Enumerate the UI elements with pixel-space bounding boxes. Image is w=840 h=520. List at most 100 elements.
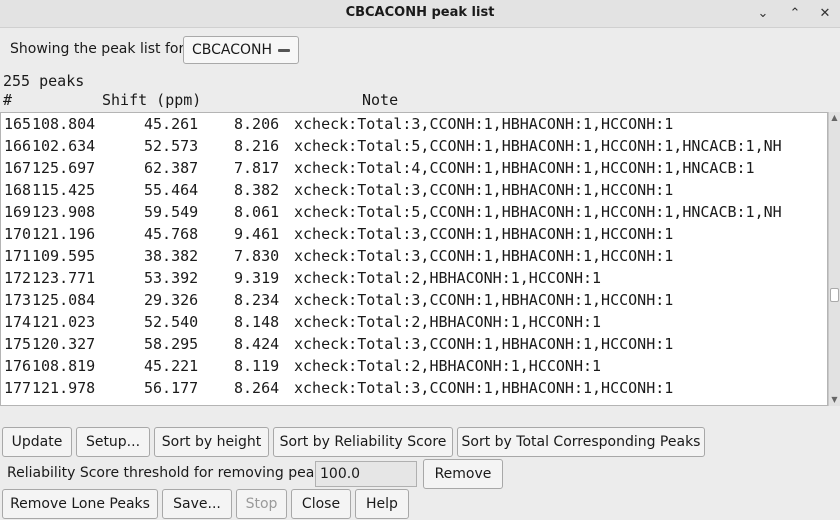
cell-s2: 59.549 xyxy=(144,203,199,221)
cell-s1: 102.634 xyxy=(32,137,96,155)
table-row[interactable]: 169 123.908 59.549 8.061 xcheck:Total:5,CCON… xyxy=(1,201,827,223)
cell-num: 174 xyxy=(4,313,32,331)
cell-num: 172 xyxy=(4,269,32,287)
sort-by-total-peaks-button[interactable]: Sort by Total Corresponding Peaks xyxy=(457,427,705,457)
selector-label: Showing the peak list for: xyxy=(10,41,189,57)
cell-s3: 8.119 xyxy=(234,357,280,375)
cell-s2: 53.392 xyxy=(144,269,199,287)
close-button[interactable]: Close xyxy=(291,489,351,519)
cell-s3: 8.148 xyxy=(234,313,280,331)
cell-s1: 123.908 xyxy=(32,203,96,221)
table-row[interactable]: 177 121.978 56.177 8.264 xcheck:Total:3,CCON… xyxy=(1,377,827,399)
cell-s3: 7.817 xyxy=(234,159,280,177)
cell-s2: 45.261 xyxy=(144,115,199,133)
cell-s2: 45.221 xyxy=(144,357,199,375)
table-row[interactable]: 171 109.595 38.382 7.830 xcheck:Total:3,CCON… xyxy=(1,245,827,267)
cell-s2: 29.326 xyxy=(144,291,199,309)
table-row[interactable]: 168 115.425 55.464 8.382 xcheck:Total:3,CCON… xyxy=(1,179,827,201)
cell-s3: 8.234 xyxy=(234,291,280,309)
vertical-scrollbar[interactable]: ▲ ▼ xyxy=(828,112,840,406)
remove-lone-peaks-button[interactable]: Remove Lone Peaks xyxy=(2,489,158,519)
cell-num: 175 xyxy=(4,335,32,353)
cell-s2: 52.573 xyxy=(144,137,199,155)
cell-s2: 52.540 xyxy=(144,313,199,331)
header-note: Note xyxy=(362,91,399,109)
cell-note: xcheck:Total:3,CCONH:1,HBHACONH:1,HCCONH… xyxy=(294,335,674,353)
cell-num: 166 xyxy=(4,137,32,155)
cell-note: xcheck:Total:3,CCONH:1,HBHACONH:1,HCCONH… xyxy=(294,115,674,133)
cell-s1: 108.804 xyxy=(32,115,96,133)
setup-button[interactable]: Setup... xyxy=(76,427,150,457)
cell-s3: 9.319 xyxy=(234,269,280,287)
cell-num: 171 xyxy=(4,247,32,265)
cell-s2: 62.387 xyxy=(144,159,199,177)
threshold-input[interactable] xyxy=(315,461,417,487)
window-title: CBCACONH peak list xyxy=(345,5,495,20)
help-button[interactable]: Help xyxy=(355,489,409,519)
cell-note: xcheck:Total:5,CCONH:1,HBHACONH:1,HCCONH… xyxy=(294,203,782,221)
save-button[interactable]: Save... xyxy=(162,489,232,519)
cell-s3: 7.830 xyxy=(234,247,280,265)
table-row[interactable]: 173 125.084 29.326 8.234 xcheck:Total:3,CCON… xyxy=(1,289,827,311)
cell-num: 168 xyxy=(4,181,32,199)
cell-s2: 38.382 xyxy=(144,247,199,265)
cell-s1: 109.595 xyxy=(32,247,96,265)
header-shift: Shift (ppm) xyxy=(102,91,202,109)
peak-table[interactable]: 165 108.804 45.261 8.206 xcheck:Total:3,CCON… xyxy=(0,112,828,406)
cell-s2: 45.768 xyxy=(144,225,199,243)
sort-by-reliability-button[interactable]: Sort by Reliability Score xyxy=(273,427,453,457)
remove-button[interactable]: Remove xyxy=(423,459,503,489)
table-row[interactable]: 165 108.804 45.261 8.206 xcheck:Total:3,CCON… xyxy=(1,113,827,135)
cell-num: 176 xyxy=(4,357,32,375)
maximize-button[interactable]: ⌃ xyxy=(786,5,804,23)
cell-note: xcheck:Total:3,CCONH:1,HBHACONH:1,HCCONH… xyxy=(294,225,674,243)
sort-by-height-button[interactable]: Sort by height xyxy=(154,427,269,457)
cell-s3: 8.206 xyxy=(234,115,280,133)
cell-num: 170 xyxy=(4,225,32,243)
table-row[interactable]: 167 125.697 62.387 7.817 xcheck:Total:4,CCON… xyxy=(1,157,827,179)
cell-note: xcheck:Total:5,CCONH:1,HBHACONH:1,HCCONH… xyxy=(294,137,782,155)
spectrum-dropdown[interactable]: CBCACONH xyxy=(183,36,299,64)
cell-note: xcheck:Total:2,HBHACONH:1,HCCONH:1 xyxy=(294,269,602,287)
cell-s2: 55.464 xyxy=(144,181,199,199)
stop-button[interactable]: Stop xyxy=(236,489,287,519)
cell-note: xcheck:Total:2,HBHACONH:1,HCCONH:1 xyxy=(294,357,602,375)
cell-s3: 8.264 xyxy=(234,379,280,397)
cell-s2: 58.295 xyxy=(144,335,199,353)
title-bar: CBCACONH peak list ⌄ ⌃ ✕ xyxy=(0,0,840,28)
cell-note: xcheck:Total:3,CCONH:1,HBHACONH:1,HCCONH… xyxy=(294,379,674,397)
cell-num: 173 xyxy=(4,291,32,309)
update-button[interactable]: Update xyxy=(2,427,72,457)
cell-s1: 120.327 xyxy=(32,335,96,353)
cell-num: 169 xyxy=(4,203,32,221)
scroll-down-arrow-icon[interactable]: ▼ xyxy=(829,394,840,406)
cell-s3: 8.216 xyxy=(234,137,280,155)
cell-s1: 123.771 xyxy=(32,269,96,287)
table-row[interactable]: 170 121.196 45.768 9.461 xcheck:Total:3,CCON… xyxy=(1,223,827,245)
cell-s3: 8.382 xyxy=(234,181,280,199)
dropdown-value: CBCACONH xyxy=(192,42,273,58)
cell-num: 177 xyxy=(4,379,32,397)
cell-note: xcheck:Total:3,CCONH:1,HBHACONH:1,HCCONH… xyxy=(294,181,674,199)
close-icon: ✕ xyxy=(819,6,831,21)
cell-s2: 56.177 xyxy=(144,379,199,397)
minimize-button[interactable]: ⌄ xyxy=(754,5,772,23)
cell-s3: 8.061 xyxy=(234,203,280,221)
table-row[interactable]: 174 121.023 52.540 8.148 xcheck:Total:2,HBHA… xyxy=(1,311,827,333)
cell-s1: 121.978 xyxy=(32,379,96,397)
cell-s3: 9.461 xyxy=(234,225,280,243)
table-row[interactable]: 176 108.819 45.221 8.119 xcheck:Total:2,HBHA… xyxy=(1,355,827,377)
scrollbar-thumb[interactable] xyxy=(830,288,839,302)
cell-note: xcheck:Total:3,CCONH:1,HBHACONH:1,HCCONH… xyxy=(294,291,674,309)
table-row[interactable]: 175 120.327 58.295 8.424 xcheck:Total:3,CCON… xyxy=(1,333,827,355)
table-row[interactable]: 172 123.771 53.392 9.319 xcheck:Total:2,HBHA… xyxy=(1,267,827,289)
chevron-down-icon: ⌄ xyxy=(757,6,769,21)
table-row[interactable]: 166 102.634 52.573 8.216 xcheck:Total:5,CCON… xyxy=(1,135,827,157)
close-window-button[interactable]: ✕ xyxy=(816,5,834,23)
cell-note: xcheck:Total:2,HBHACONH:1,HCCONH:1 xyxy=(294,313,602,331)
cell-num: 167 xyxy=(4,159,32,177)
header-number: # xyxy=(3,91,13,109)
cell-note: xcheck:Total:4,CCONH:1,HBHACONH:1,HCCONH… xyxy=(294,159,755,177)
cell-s1: 125.084 xyxy=(32,291,96,309)
scroll-up-arrow-icon[interactable]: ▲ xyxy=(829,112,840,124)
